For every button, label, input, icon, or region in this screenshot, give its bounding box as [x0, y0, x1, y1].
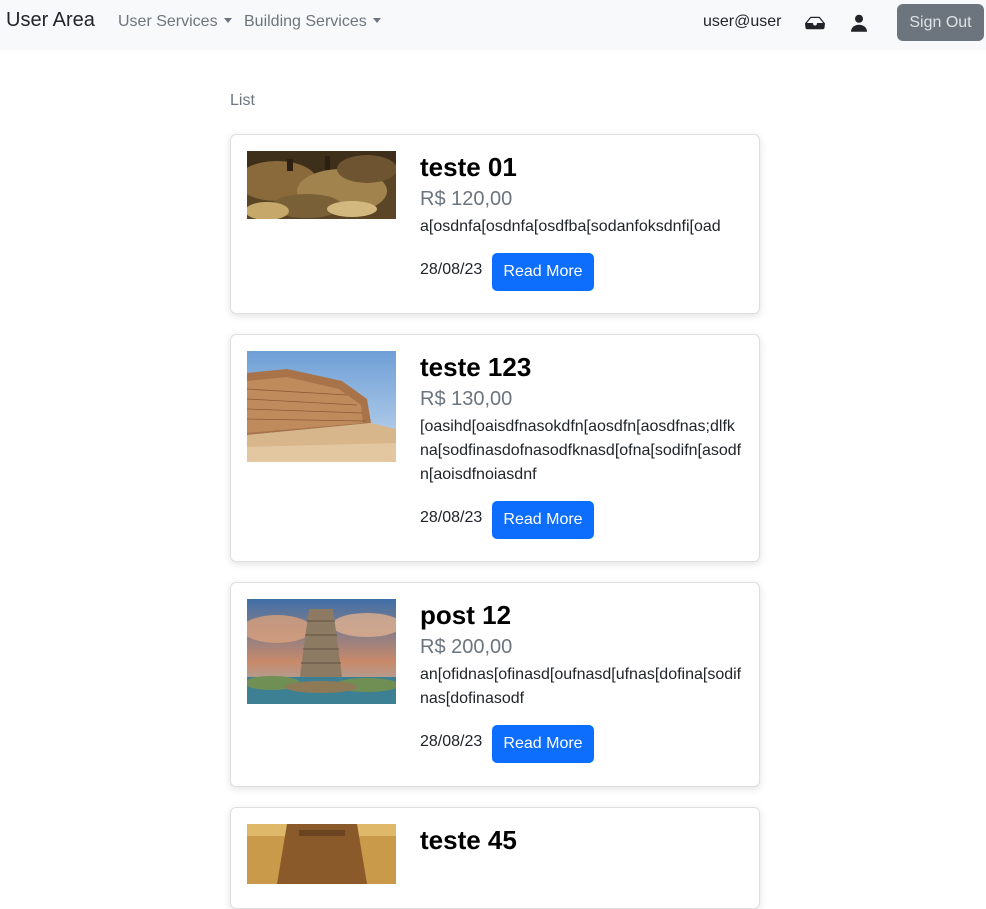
building-services-dropdown[interactable]: Building Services	[244, 13, 381, 31]
post-description: [oasihd[oaisdfnasokdfn[aosdfn[aosdfnas;d…	[420, 418, 742, 483]
post-date: 28/08/23	[420, 733, 483, 750]
person-icon[interactable]	[849, 12, 871, 34]
caret-down-icon	[223, 18, 232, 23]
post-title: teste 123	[420, 352, 532, 382]
caret-down-icon	[372, 18, 381, 23]
post-image	[247, 351, 396, 462]
sign-out-button[interactable]: Sign Out	[897, 4, 984, 41]
user-services-dropdown[interactable]: User Services	[118, 13, 232, 31]
post-title: teste 45	[420, 825, 517, 855]
top-navbar: User Area User Services Building Service…	[0, 0, 986, 50]
inbox-icon[interactable]	[805, 12, 827, 34]
post-price: R$ 200,00	[420, 636, 513, 658]
building-services-label: Building Services	[244, 13, 367, 30]
post-card: teste 01 R$ 120,00 a[osdnfa[osdnfa[osdfb…	[230, 134, 760, 314]
post-description: a[osdnfa[osdnfa[osdfba[sodanfoksdnfi[oad	[420, 218, 721, 235]
list-heading: List	[230, 92, 255, 109]
post-image	[247, 599, 396, 704]
read-more-button[interactable]: Read More	[492, 253, 594, 291]
post-image	[247, 824, 396, 884]
post-card: post 12 R$ 200,00 an[ofidnas[ofinasd[ouf…	[230, 582, 760, 787]
post-date: 28/08/23	[420, 261, 483, 278]
post-price: R$ 130,00	[420, 388, 513, 410]
read-more-button[interactable]: Read More	[492, 725, 594, 763]
user-email: user@user	[703, 13, 782, 30]
post-date: 28/08/23	[420, 509, 483, 526]
brand-link[interactable]: User Area	[6, 9, 95, 32]
post-price: R$ 120,00	[420, 188, 513, 210]
post-image	[247, 151, 396, 219]
read-more-button[interactable]: Read More	[492, 501, 594, 539]
post-title: post 12	[420, 600, 512, 630]
user-services-label: User Services	[118, 13, 218, 30]
post-description: an[ofidnas[ofinasd[oufnasd[ufnas[dofina[…	[420, 666, 742, 707]
post-card: teste 123 R$ 130,00 [oasihd[oaisdfnasokd…	[230, 334, 760, 562]
post-card: teste 45	[230, 807, 760, 909]
post-title: teste 01	[420, 152, 517, 182]
